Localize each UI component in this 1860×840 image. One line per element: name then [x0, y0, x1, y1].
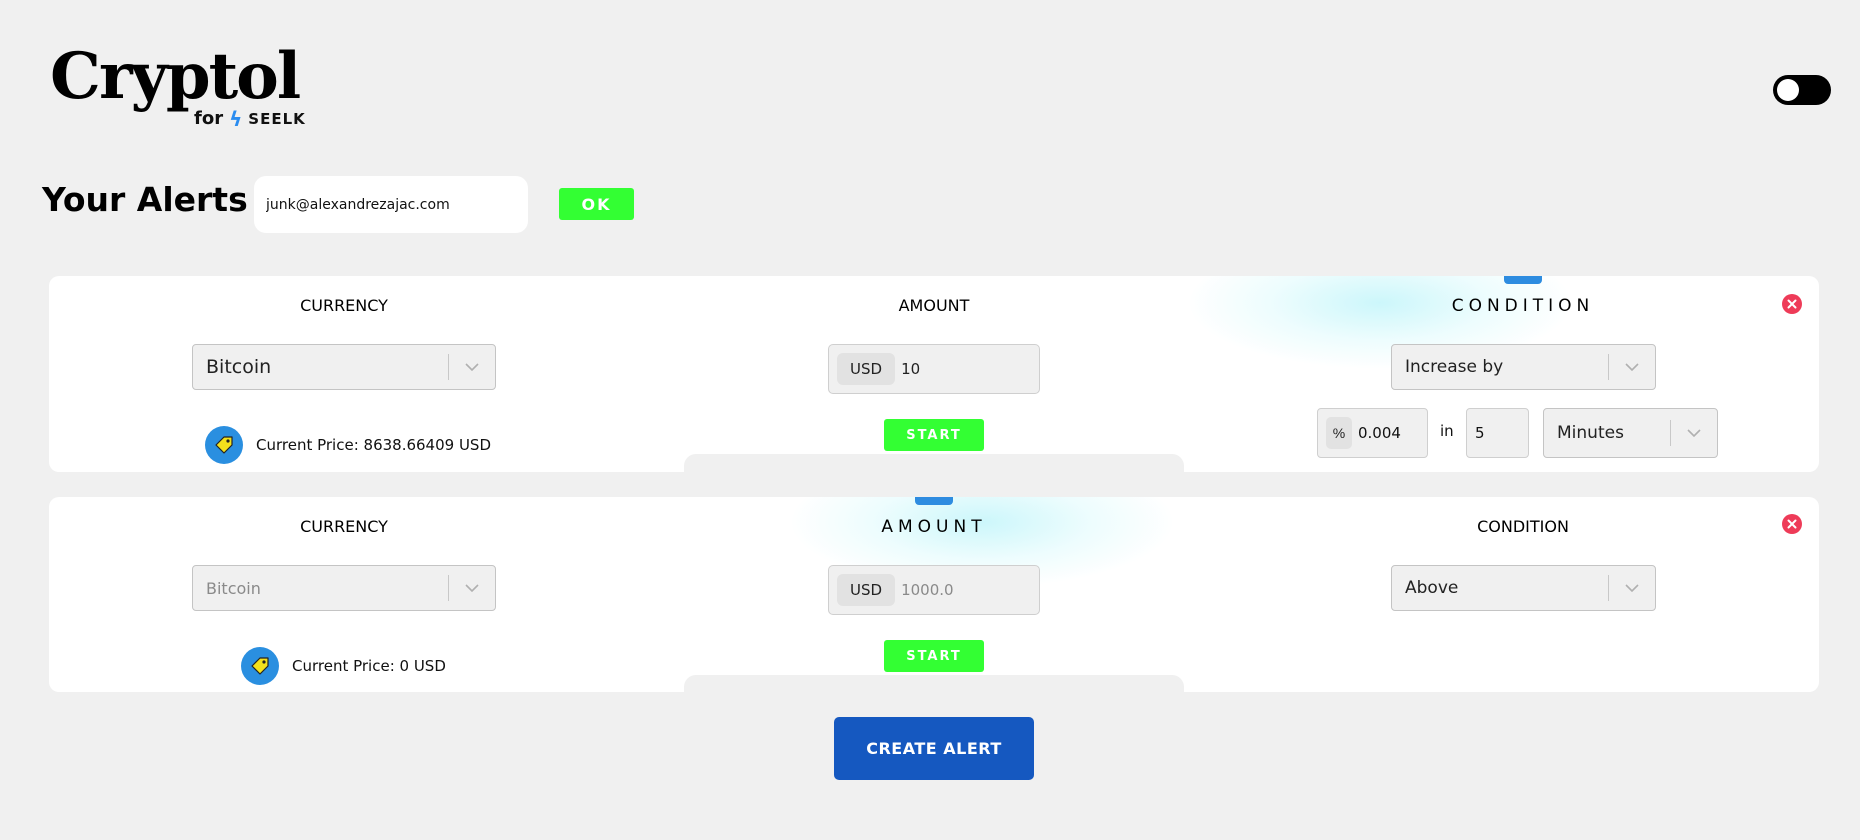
delete-alert-icon[interactable] [1782, 294, 1802, 314]
chevron-down-icon [1671, 409, 1717, 457]
current-price-text: Current Price: 8638.66409 USD [256, 436, 491, 454]
active-section-marker [1504, 276, 1542, 284]
alert-card: CURRENCY AMOUNT CONDITION Bitcoin USD 10… [49, 276, 1819, 472]
period-value-field[interactable]: 5 [1466, 408, 1529, 458]
currency-select[interactable]: Bitcoin [192, 344, 496, 390]
currency-select-value: Bitcoin [206, 356, 272, 378]
price-tag-icon [241, 647, 279, 685]
create-alert-button[interactable]: CREATE ALERT [834, 717, 1034, 780]
price-tag-icon [205, 426, 243, 464]
amount-value: 10 [901, 360, 921, 378]
percent-value: 0.004 [1358, 424, 1401, 442]
chevron-down-icon [449, 345, 495, 389]
period-value: 5 [1475, 424, 1485, 442]
amount-field[interactable]: USD 10 [828, 344, 1040, 394]
chevron-down-icon [1609, 566, 1655, 610]
amount-label: AMOUNT [898, 296, 970, 315]
logo-brand-text: SEELK [248, 109, 306, 128]
in-label: in [1440, 422, 1454, 440]
current-price-text: Current Price: 0 USD [292, 657, 446, 675]
bolt-icon: ϟ [229, 106, 243, 131]
currency-label: CURRENCY [300, 296, 388, 315]
logo-for-text: for [194, 108, 224, 129]
chevron-down-icon [1609, 345, 1655, 389]
active-section-marker [915, 497, 953, 505]
amount-unit: USD [837, 353, 896, 385]
logo-subtitle: for ϟ SEELK [194, 108, 306, 129]
email-input[interactable] [254, 176, 528, 233]
start-button[interactable]: START [884, 419, 984, 451]
amount-value: 1000.0 [901, 581, 954, 599]
percent-field[interactable]: % 0.004 [1317, 408, 1428, 458]
alert-card: CURRENCY AMOUNT CONDITION Bitcoin USD 10… [49, 497, 1819, 692]
condition-select[interactable]: Above [1391, 565, 1656, 611]
amount-field[interactable]: USD 1000.0 [828, 565, 1040, 615]
progress-track [684, 675, 1184, 692]
progress-track [684, 454, 1184, 472]
condition-label: CONDITION [1477, 517, 1569, 536]
currency-select-value: Bitcoin [206, 578, 261, 598]
percent-unit: % [1326, 417, 1352, 449]
current-price: Current Price: 0 USD [241, 647, 446, 685]
condition-select[interactable]: Increase by [1391, 344, 1656, 390]
current-price: Current Price: 8638.66409 USD [205, 426, 491, 464]
period-unit-select[interactable]: Minutes [1543, 408, 1718, 458]
amount-unit: USD [837, 574, 896, 606]
theme-toggle[interactable] [1773, 75, 1831, 105]
page-title: Your Alerts [42, 180, 248, 219]
toggle-knob [1777, 79, 1799, 101]
ok-button[interactable]: OK [559, 188, 634, 220]
condition-label: CONDITION [1451, 296, 1595, 316]
condition-select-value: Increase by [1405, 357, 1504, 377]
currency-select[interactable]: Bitcoin [192, 565, 496, 611]
currency-label: CURRENCY [300, 517, 388, 536]
chevron-down-icon [449, 566, 495, 610]
condition-select-value: Above [1405, 578, 1459, 598]
logo-wordmark: Cryptol [50, 39, 301, 114]
start-button[interactable]: START [884, 640, 984, 672]
amount-label: AMOUNT [881, 517, 987, 537]
period-unit-value: Minutes [1557, 423, 1624, 443]
cryptol-logo: Cryptol for ϟ SEELK [50, 39, 305, 130]
delete-alert-icon[interactable] [1782, 514, 1802, 534]
